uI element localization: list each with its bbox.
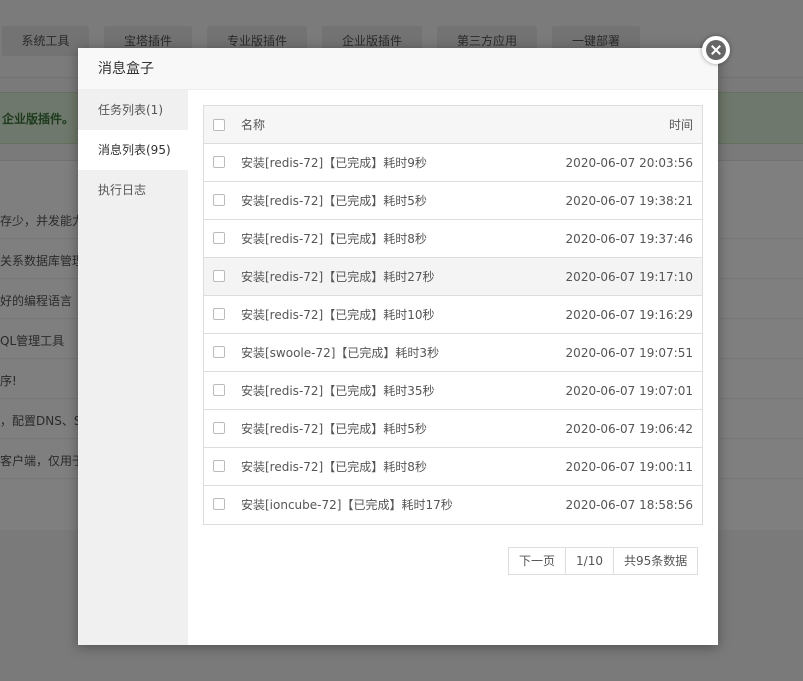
row-time: 2020-06-07 19:07:01 bbox=[565, 384, 693, 398]
row-time: 2020-06-07 18:58:56 bbox=[565, 498, 693, 512]
row-checkbox[interactable] bbox=[213, 346, 225, 358]
close-button[interactable] bbox=[702, 36, 730, 64]
select-all-checkbox[interactable] bbox=[213, 119, 225, 131]
header-time: 时间 bbox=[668, 118, 693, 132]
row-time: 2020-06-07 19:17:10 bbox=[565, 270, 693, 284]
row-checkbox[interactable] bbox=[213, 498, 225, 510]
row-time: 2020-06-07 19:06:42 bbox=[565, 422, 693, 436]
table-header: 名称 时间 bbox=[204, 106, 702, 144]
table-row[interactable]: 安装[redis-72]【已完成】耗时27秒 2020-06-07 19:17:… bbox=[204, 258, 702, 296]
row-time: 2020-06-07 19:37:46 bbox=[565, 232, 693, 246]
row-name: 安装[redis-72]【已完成】耗时8秒 bbox=[241, 460, 427, 474]
row-checkbox[interactable] bbox=[213, 232, 225, 244]
row-time: 2020-06-07 19:16:29 bbox=[565, 308, 693, 322]
table-row[interactable]: 安装[redis-72]【已完成】耗时8秒 2020-06-07 19:37:4… bbox=[204, 220, 702, 258]
row-time: 2020-06-07 19:07:51 bbox=[565, 346, 693, 360]
close-icon bbox=[706, 40, 726, 60]
row-name: 安装[redis-72]【已完成】耗时35秒 bbox=[241, 384, 435, 398]
table-row[interactable]: 安装[redis-72]【已完成】耗时5秒 2020-06-07 19:06:4… bbox=[204, 410, 702, 448]
row-name: 安装[redis-72]【已完成】耗时10秒 bbox=[241, 308, 435, 322]
row-checkbox[interactable] bbox=[213, 194, 225, 206]
table-row[interactable]: 安装[redis-72]【已完成】耗时9秒 2020-06-07 20:03:5… bbox=[204, 144, 702, 182]
next-page-button[interactable]: 下一页 bbox=[509, 548, 566, 574]
sidebar-item-task-list[interactable]: 任务列表(1) bbox=[78, 90, 188, 130]
row-name: 安装[redis-72]【已完成】耗时5秒 bbox=[241, 194, 427, 208]
sidebar-item-execution-log[interactable]: 执行日志 bbox=[78, 170, 188, 210]
row-checkbox[interactable] bbox=[213, 384, 225, 396]
row-checkbox[interactable] bbox=[213, 308, 225, 320]
row-name: 安装[redis-72]【已完成】耗时27秒 bbox=[241, 270, 435, 284]
row-checkbox[interactable] bbox=[213, 270, 225, 282]
row-time: 2020-06-07 19:38:21 bbox=[565, 194, 693, 208]
row-name: 安装[redis-72]【已完成】耗时9秒 bbox=[241, 156, 427, 170]
message-box-modal: 消息盒子 任务列表(1) 消息列表(95) 执行日志 名称 时间 安装[redi… bbox=[78, 36, 730, 645]
message-list-panel: 名称 时间 安装[redis-72]【已完成】耗时9秒 2020-06-07 2… bbox=[203, 105, 703, 575]
table-row[interactable]: 安装[redis-72]【已完成】耗时35秒 2020-06-07 19:07:… bbox=[204, 372, 702, 410]
row-checkbox[interactable] bbox=[213, 422, 225, 434]
message-table: 名称 时间 安装[redis-72]【已完成】耗时9秒 2020-06-07 2… bbox=[203, 105, 703, 525]
row-checkbox[interactable] bbox=[213, 460, 225, 472]
sidebar-item-message-list[interactable]: 消息列表(95) bbox=[78, 130, 188, 170]
table-row[interactable]: 安装[redis-72]【已完成】耗时10秒 2020-06-07 19:16:… bbox=[204, 296, 702, 334]
header-name: 名称 bbox=[241, 118, 266, 132]
row-checkbox[interactable] bbox=[213, 156, 225, 168]
table-row[interactable]: 安装[redis-72]【已完成】耗时8秒 2020-06-07 19:00:1… bbox=[204, 448, 702, 486]
total-count: 共95条数据 bbox=[612, 548, 698, 574]
table-row[interactable]: 安装[swoole-72]【已完成】耗时3秒 2020-06-07 19:07:… bbox=[204, 334, 702, 372]
row-name: 安装[swoole-72]【已完成】耗时3秒 bbox=[241, 346, 440, 360]
pagination: 下一页 1/10 共95条数据 bbox=[508, 547, 699, 575]
modal-title: 消息盒子 bbox=[78, 48, 718, 90]
row-time: 2020-06-07 19:00:11 bbox=[565, 460, 693, 474]
row-name: 安装[ioncube-72]【已完成】耗时17秒 bbox=[241, 498, 453, 512]
row-name: 安装[redis-72]【已完成】耗时8秒 bbox=[241, 232, 427, 246]
page-indicator: 1/10 bbox=[565, 548, 613, 574]
modal-sidebar: 任务列表(1) 消息列表(95) 执行日志 bbox=[78, 90, 188, 645]
row-time: 2020-06-07 20:03:56 bbox=[565, 156, 693, 170]
row-name: 安装[redis-72]【已完成】耗时5秒 bbox=[241, 422, 427, 436]
table-row[interactable]: 安装[ioncube-72]【已完成】耗时17秒 2020-06-07 18:5… bbox=[204, 486, 702, 524]
table-row[interactable]: 安装[redis-72]【已完成】耗时5秒 2020-06-07 19:38:2… bbox=[204, 182, 702, 220]
